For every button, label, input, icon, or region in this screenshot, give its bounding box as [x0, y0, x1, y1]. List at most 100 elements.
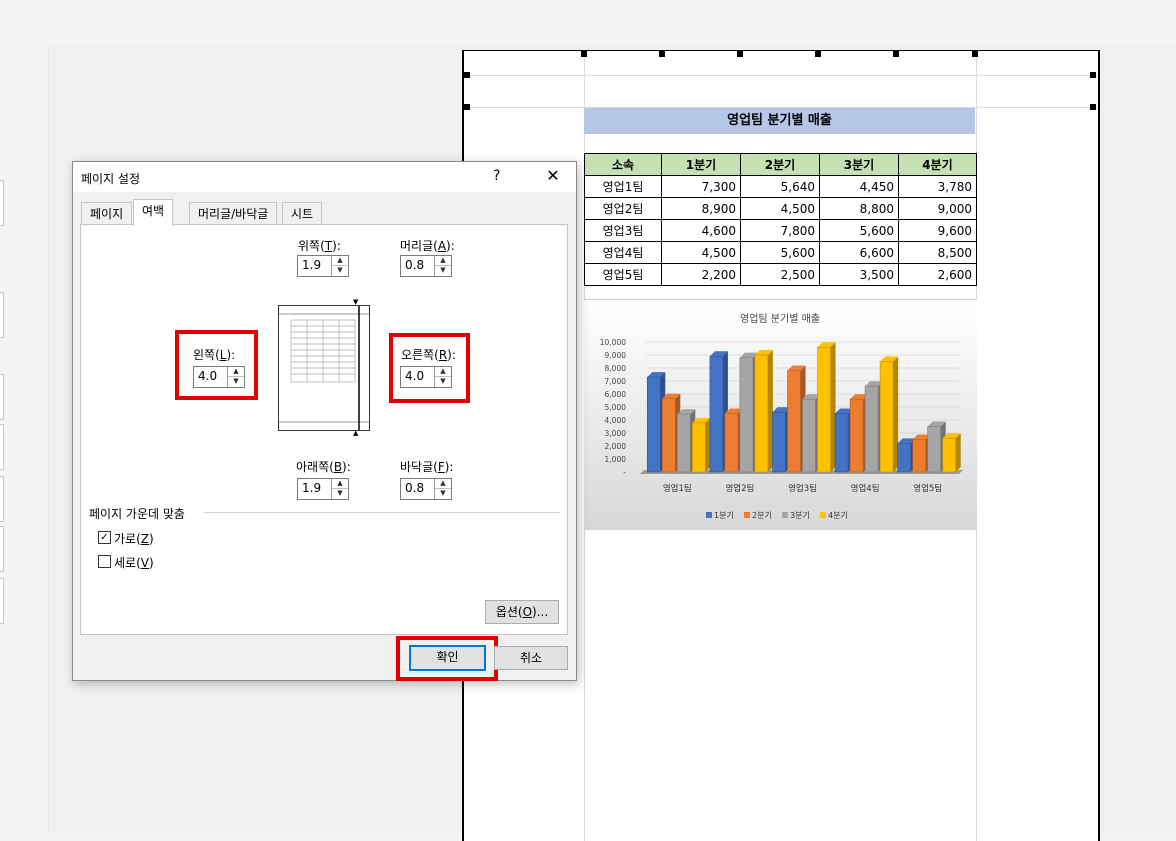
column-header: 4분기 [898, 153, 977, 176]
y-tick-label: 10,000 [600, 338, 626, 347]
margin-guide-header[interactable] [464, 75, 1098, 76]
margin-handle[interactable] [659, 51, 665, 57]
bar [927, 426, 942, 473]
table-cell: 2,500 [740, 263, 820, 286]
left-margin-spinner[interactable]: 4.0 ▲ ▼ [193, 366, 245, 388]
y-tick-label: 8,000 [605, 364, 627, 373]
horizontal-checkbox[interactable]: ✓ [98, 531, 111, 544]
bar [787, 370, 801, 473]
right-margin-value[interactable]: 4.0 [405, 369, 424, 383]
table-cell: 2,600 [898, 263, 977, 286]
bar [834, 413, 849, 473]
checkmark-icon: ✓ [100, 532, 109, 543]
margin-handle[interactable] [815, 51, 821, 57]
sheet-title: 영업팀 분기별 매출 [584, 108, 975, 134]
help-button[interactable]: ? [493, 168, 500, 184]
page-preview-icon [279, 306, 369, 430]
sales-chart: 영업팀 분기별 매출 - 1,000 2,000 3,000 4,000 5,000 6,00… [584, 299, 977, 530]
table-cell: 8,500 [898, 241, 977, 264]
y-tick-label: 7,000 [605, 377, 627, 386]
spin-up-icon[interactable]: ▲ [228, 367, 244, 377]
spin-down-icon[interactable]: ▼ [332, 489, 348, 498]
spin-down-icon[interactable]: ▼ [435, 489, 451, 498]
legend-label: 1분기 [714, 511, 734, 520]
legend-swatch [782, 512, 788, 518]
vertical-label[interactable]: 세로(V) [114, 554, 154, 571]
table-cell: 5,640 [740, 175, 820, 198]
section-divider [204, 512, 560, 513]
page-setup-dialog: 페이지 설정 ? ✕ 페이지 여백 머리글/바닥글 시트 위쪽(T): 1.9 … [72, 161, 577, 681]
close-button[interactable]: ✕ [543, 166, 563, 185]
header-margin-label: 머리글(A): [400, 239, 455, 253]
left-margin-value[interactable]: 4.0 [198, 369, 217, 383]
left-panel-mark [0, 424, 4, 470]
bar-side [767, 350, 773, 472]
dialog-titlebar[interactable] [73, 162, 576, 192]
tab-sheet[interactable]: 시트 [282, 202, 323, 225]
bar [646, 376, 661, 473]
header-margin-value[interactable]: 0.8 [405, 258, 424, 272]
ok-button[interactable]: 확인 [409, 645, 486, 671]
table-cell: 3,780 [898, 175, 977, 198]
y-tick-label: 5,000 [605, 403, 627, 412]
table-header-row: 소속 1분기 2분기 3분기 4분기 [584, 153, 977, 176]
options-button[interactable]: 옵션(O)... [485, 600, 559, 624]
table-cell: 4,500 [740, 197, 820, 220]
spin-up-icon[interactable]: ▲ [332, 256, 348, 266]
margin-handle[interactable] [581, 51, 587, 57]
tab-header-footer[interactable]: 머리글/바닥글 [189, 202, 278, 225]
x-tick-label: 영업1팀 [663, 483, 692, 494]
spin-up-icon[interactable]: ▲ [332, 479, 348, 489]
y-tick-label: 2,000 [605, 442, 627, 451]
legend-swatch [706, 512, 712, 518]
header-margin-spinner[interactable]: 0.8 ▲ ▼ [400, 255, 452, 277]
legend-label: 2분기 [752, 511, 772, 520]
footer-margin-value[interactable]: 0.8 [405, 481, 424, 495]
right-margin-spinner[interactable]: 4.0 ▲ ▼ [400, 366, 452, 388]
left-panel [0, 46, 49, 832]
tab-page[interactable]: 페이지 [81, 202, 133, 225]
bar [817, 346, 831, 473]
cancel-button[interactable]: 취소 [494, 646, 568, 670]
x-tick-label: 영업2팀 [725, 483, 754, 494]
table-cell: 2,200 [661, 263, 741, 286]
spin-down-icon[interactable]: ▼ [332, 266, 348, 275]
margin-handle[interactable] [893, 51, 899, 57]
bar [754, 354, 769, 473]
spin-down-icon[interactable]: ▼ [228, 377, 244, 386]
table-row: 영업3팀 4,600 7,800 5,600 9,600 [584, 219, 977, 242]
margin-handle[interactable] [464, 72, 470, 78]
column-header: 3분기 [819, 153, 899, 176]
spin-up-icon[interactable]: ▲ [435, 479, 451, 489]
bar [879, 361, 894, 473]
dialog-title: 페이지 설정 [81, 172, 141, 186]
top-margin-value[interactable]: 1.9 [302, 258, 321, 272]
spin-up-icon[interactable]: ▲ [435, 256, 451, 266]
margin-handle[interactable] [464, 104, 470, 110]
left-margin-highlight [175, 330, 258, 400]
margin-handle[interactable] [972, 51, 978, 57]
spin-up-icon[interactable]: ▲ [435, 367, 451, 377]
sales-table: 소속 1분기 2분기 3분기 4분기 영업1팀 7,300 5,640 4,45… [584, 153, 977, 286]
spin-down-icon[interactable]: ▼ [435, 266, 451, 275]
vertical-checkbox[interactable] [98, 555, 111, 568]
table-row: 영업2팀 8,900 4,500 8,800 9,000 [584, 197, 977, 220]
bar [897, 443, 912, 473]
bottom-margin-label: 아래쪽(B): [296, 460, 351, 474]
y-tick-label: 3,000 [605, 429, 627, 438]
horizontal-label[interactable]: 가로(Z) [114, 530, 154, 547]
x-tick-label: 영업3팀 [788, 483, 817, 494]
top-margin-spinner[interactable]: 1.9 ▲ ▼ [297, 255, 349, 277]
left-margin-label: 왼쪽(L): [193, 348, 236, 362]
bottom-margin-spinner[interactable]: 1.9 ▲ ▼ [297, 478, 349, 500]
bottom-margin-value[interactable]: 1.9 [302, 481, 321, 495]
margin-handle[interactable] [737, 51, 743, 57]
footer-margin-spinner[interactable]: 0.8 ▲ ▼ [400, 478, 452, 500]
bar [864, 385, 879, 473]
margin-handle[interactable] [1090, 104, 1096, 110]
table-cell: 9,600 [898, 219, 977, 242]
margin-handle[interactable] [1090, 72, 1096, 78]
tab-margins[interactable]: 여백 [133, 199, 174, 226]
table-cell: 영업3팀 [584, 219, 662, 242]
spin-down-icon[interactable]: ▼ [435, 377, 451, 386]
